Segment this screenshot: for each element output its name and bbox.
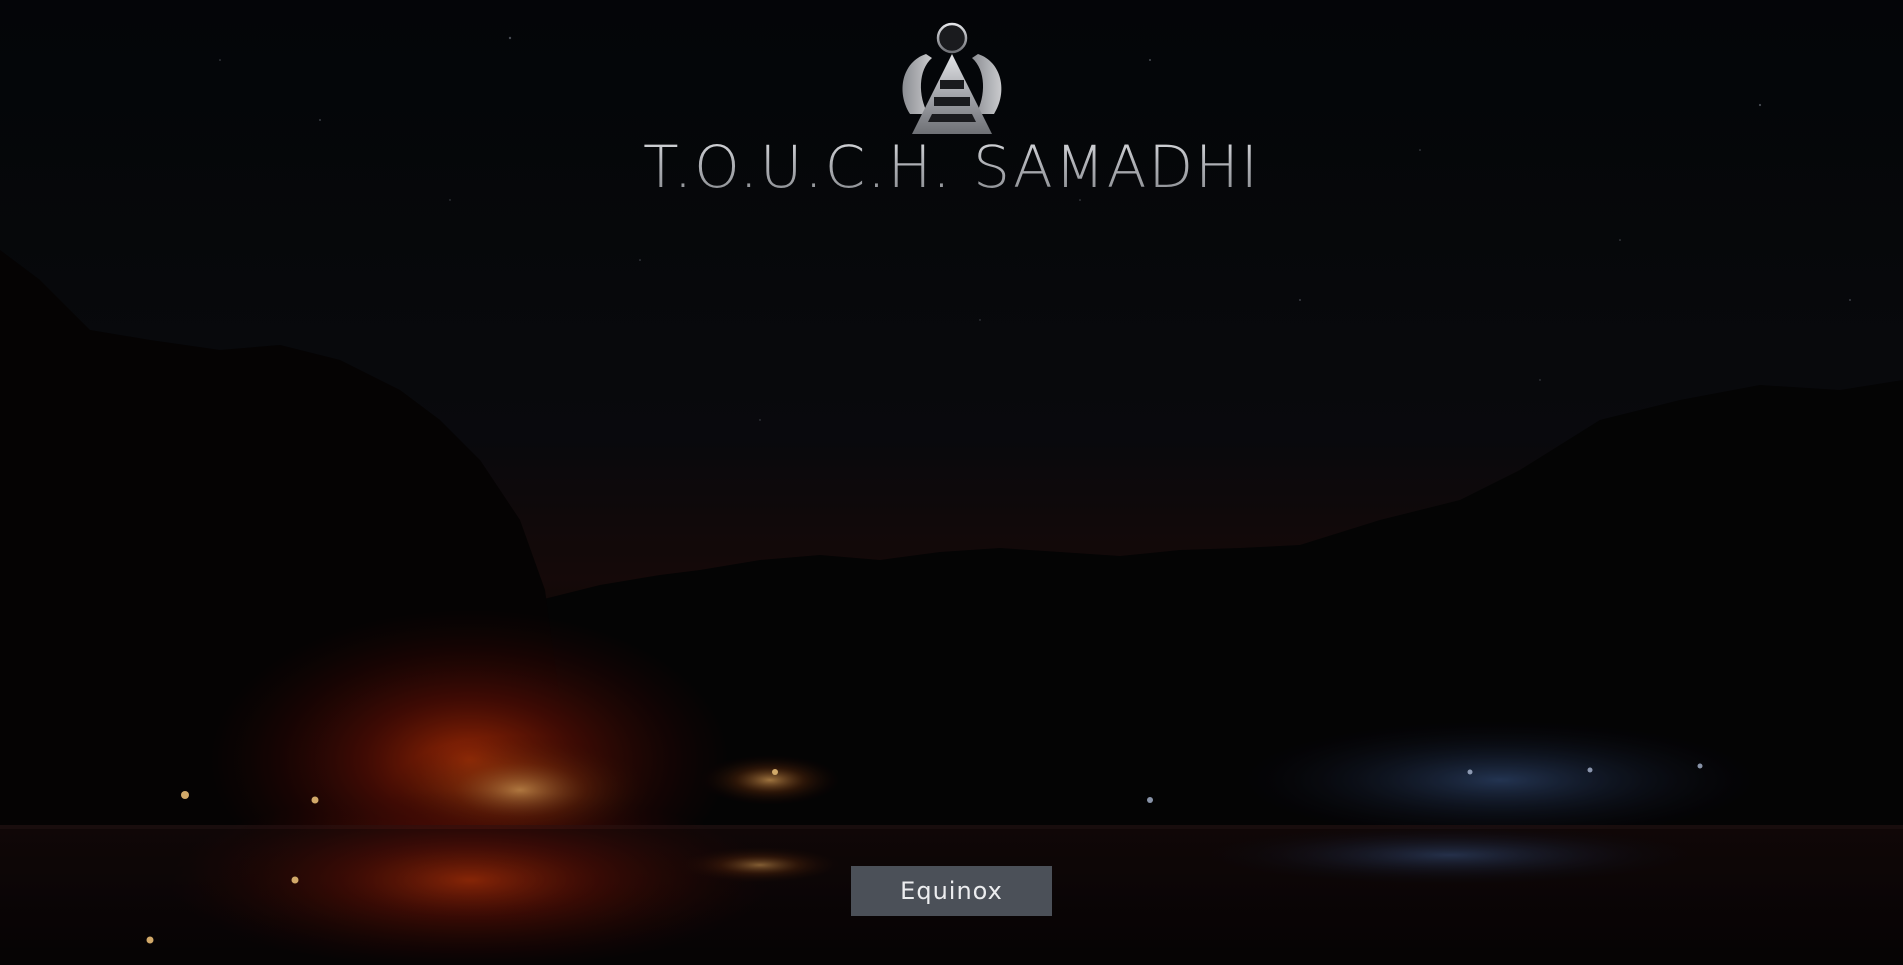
site-header: T.O.U.C.H. SAMADHI — [0, 0, 1903, 202]
cta-container: Equinox — [851, 866, 1052, 916]
equinox-button[interactable]: Equinox — [851, 866, 1052, 916]
landing-page: T.O.U.C.H. SAMADHI Equinox — [0, 0, 1903, 965]
touch-samadhi-logo-icon[interactable] — [888, 22, 1016, 138]
site-title: T.O.U.C.H. SAMADHI — [0, 132, 1903, 202]
